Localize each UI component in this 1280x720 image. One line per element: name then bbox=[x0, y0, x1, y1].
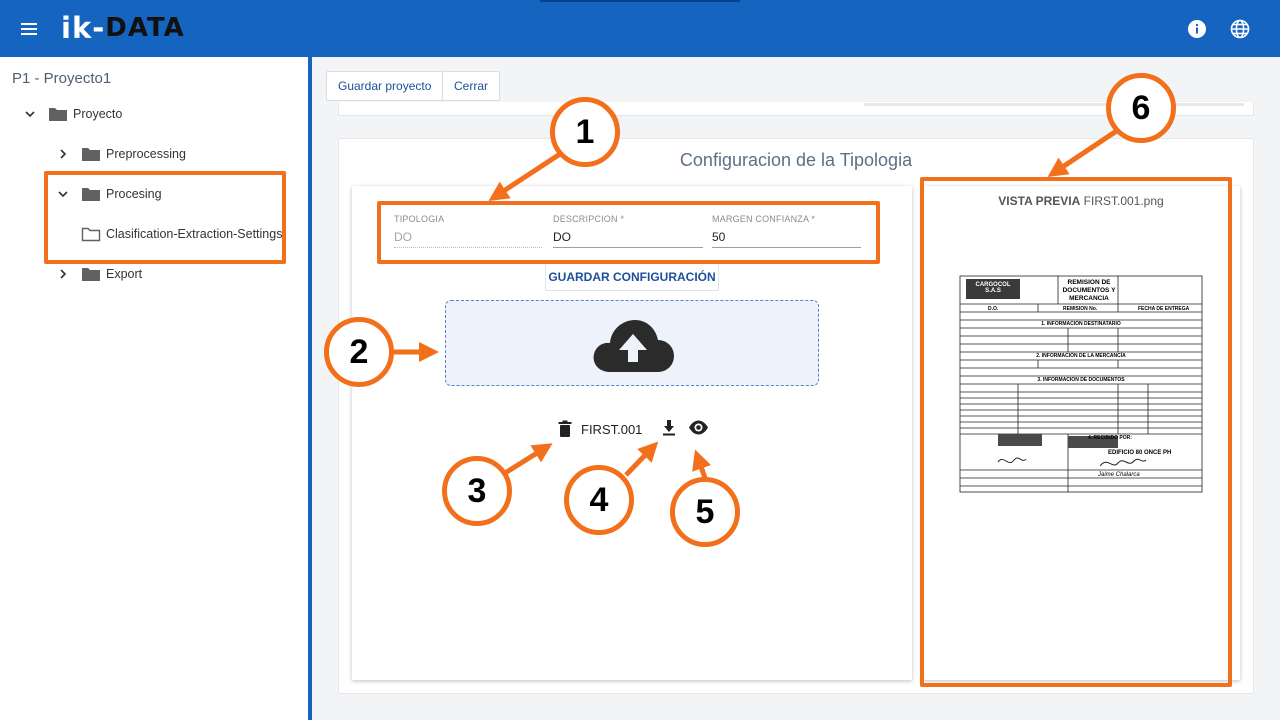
eye-preview-icon[interactable] bbox=[688, 420, 709, 435]
menu-icon[interactable] bbox=[20, 19, 40, 39]
callout-3: 3 bbox=[442, 456, 512, 526]
tree-label-proyecto: Proyecto bbox=[73, 107, 123, 121]
save-project-button[interactable]: Guardar proyecto bbox=[326, 71, 444, 101]
info-icon[interactable] bbox=[1187, 19, 1207, 39]
callout-4: 4 bbox=[564, 465, 634, 535]
cloud-upload-icon bbox=[593, 320, 674, 372]
chevron-right-icon bbox=[60, 149, 67, 159]
close-button[interactable]: Cerrar bbox=[442, 71, 501, 101]
project-title: P1 - Proyecto1 bbox=[12, 70, 112, 87]
callout-2: 2 bbox=[324, 317, 394, 387]
folder-icon bbox=[82, 148, 100, 161]
tree-node-preprocessing[interactable]: Preprocessing bbox=[57, 142, 186, 166]
tree-node-export[interactable]: Export bbox=[57, 262, 142, 286]
language-globe-icon[interactable] bbox=[1230, 19, 1250, 39]
logo-suffix: DATA bbox=[105, 13, 185, 43]
tree-label-export: Export bbox=[106, 267, 143, 281]
chevron-down-icon bbox=[25, 111, 35, 118]
upload-dropzone[interactable] bbox=[445, 300, 819, 386]
section-title: Configuracion de la Tipologia bbox=[679, 150, 913, 170]
top-progress-strip bbox=[540, 0, 740, 2]
highlight-box-tree bbox=[44, 171, 286, 264]
highlight-box-form bbox=[377, 201, 880, 264]
tree-label-preprocessing: Preprocessing bbox=[106, 147, 186, 161]
delete-icon[interactable] bbox=[557, 420, 573, 438]
folder-icon bbox=[82, 268, 100, 281]
download-icon[interactable] bbox=[661, 419, 677, 437]
chevron-right-icon bbox=[60, 269, 67, 279]
logo-prefix: ik- bbox=[61, 11, 106, 45]
file-row: FIRST.001 bbox=[557, 417, 642, 441]
callout-5: 5 bbox=[670, 477, 740, 547]
callout-6: 6 bbox=[1106, 73, 1176, 143]
callout-1: 1 bbox=[550, 97, 620, 167]
folder-icon bbox=[49, 108, 67, 121]
save-configuration-button[interactable]: GUARDAR CONFIGURACIÓN bbox=[545, 262, 719, 291]
highlight-box-preview bbox=[920, 177, 1232, 687]
app-bar bbox=[0, 0, 1280, 57]
tree-node-proyecto[interactable]: Proyecto bbox=[24, 102, 122, 126]
file-name: FIRST.001 bbox=[581, 421, 643, 437]
app-logo: ik- DATA bbox=[61, 11, 185, 45]
upper-panel-shadow bbox=[864, 103, 1244, 106]
